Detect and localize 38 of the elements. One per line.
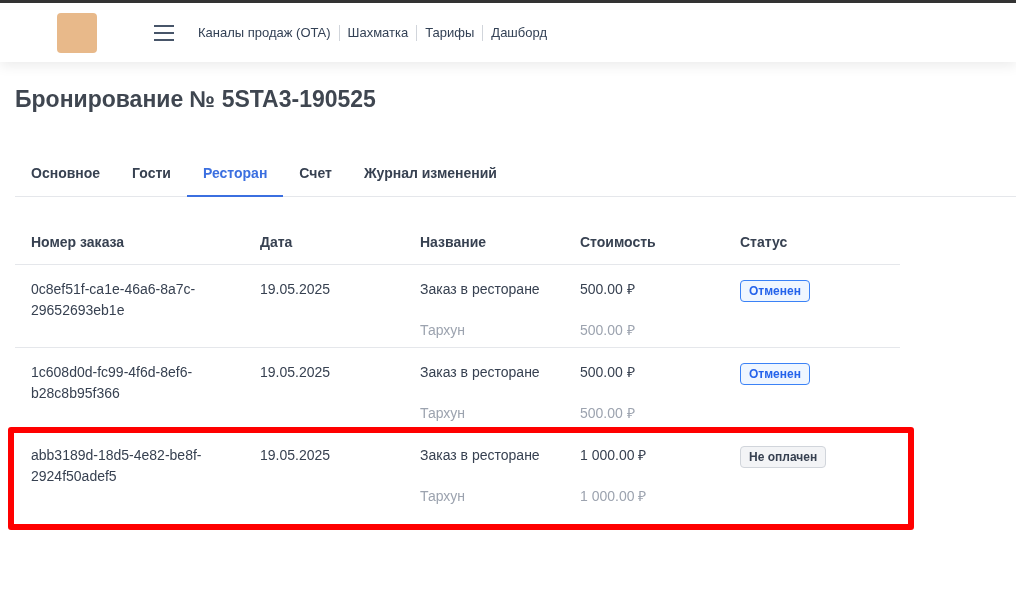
order-name: Заказ в ресторане <box>420 362 541 382</box>
item-name: Тархун <box>420 486 467 506</box>
column-header: Дата <box>260 232 294 252</box>
page-title: Бронирование № 5STA3-190525 <box>15 85 377 114</box>
status-badge: Отменен <box>740 279 810 302</box>
order-number: abb3189d-18d5-4e82-be8f-2924f50adef5 <box>31 445 203 486</box>
tab[interactable]: Журнал изменений <box>347 152 513 197</box>
item-cost: 500.00 ₽ <box>580 320 636 340</box>
nav-link[interactable]: Каналы продаж (OTA) <box>198 22 331 43</box>
item-cost: 500.00 ₽ <box>580 403 636 423</box>
order-number: 0c8ef51f-ca1e-46a6-8a7c-29652693eb1e <box>31 279 197 320</box>
tab[interactable]: Гости <box>116 152 187 197</box>
item-cost: 1 000.00 ₽ <box>580 486 648 506</box>
item-name: Тархун <box>420 403 467 423</box>
tab[interactable]: Счет <box>283 152 348 197</box>
nav-link[interactable]: Шахматка <box>347 22 409 43</box>
status-badge: Не оплачен <box>740 445 827 468</box>
order-number: 1c608d0d-fc99-4f6d-8ef6-b28c8b95f366 <box>31 362 194 403</box>
logo-image <box>57 12 97 53</box>
order-cost: 500.00 ₽ <box>580 362 636 382</box>
order-name: Заказ в ресторане <box>420 445 541 465</box>
column-header: Номер заказа <box>30 232 126 252</box>
status-badge: Отменен <box>740 362 810 385</box>
order-date: 19.05.2025 <box>260 446 331 463</box>
order-name: Заказ в ресторане <box>420 279 541 299</box>
tab[interactable]: Ресторан <box>186 152 284 197</box>
menu-icon[interactable] <box>154 24 174 41</box>
nav-link[interactable]: Дашборд <box>491 22 547 43</box>
column-header: Стоимость <box>580 232 657 252</box>
tab[interactable]: Основное <box>15 152 117 197</box>
order-date: 19.05.2025 <box>260 280 331 297</box>
order-date: 19.05.2025 <box>260 363 331 380</box>
nav-link[interactable]: Тарифы <box>425 22 475 43</box>
order-cost: 500.00 ₽ <box>580 279 636 299</box>
column-header: Название <box>420 232 488 252</box>
column-header: Статус <box>740 232 789 252</box>
item-name: Тархун <box>420 320 467 340</box>
order-cost: 1 000.00 ₽ <box>580 445 648 465</box>
